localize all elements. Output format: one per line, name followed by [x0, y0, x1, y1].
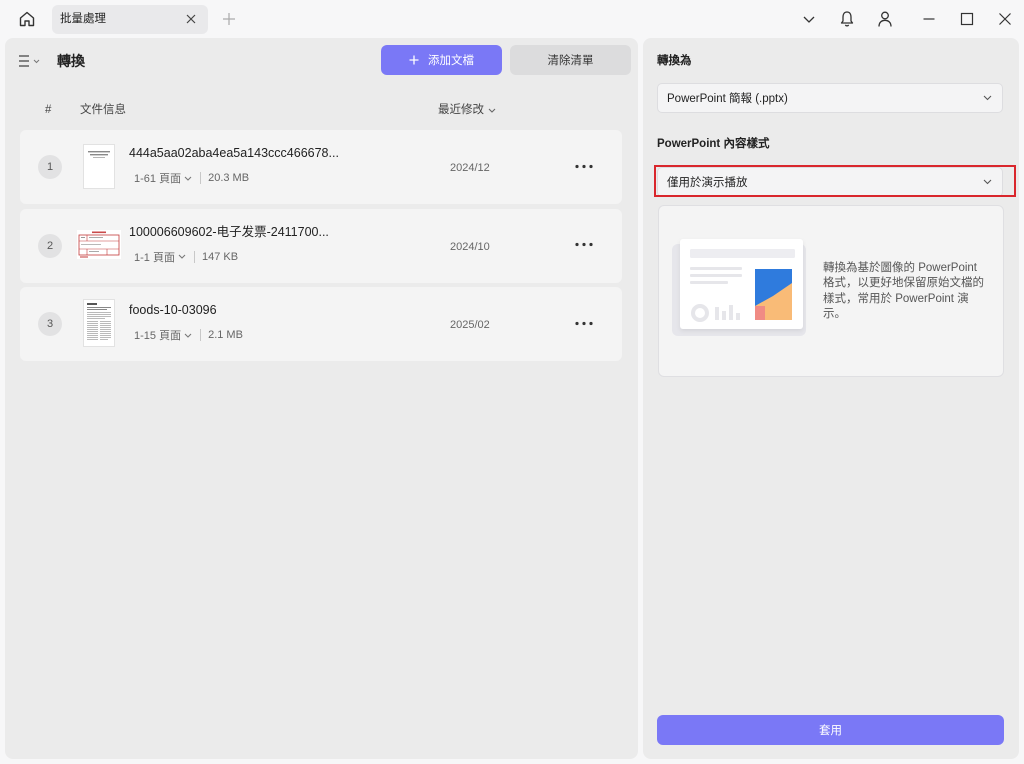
- document-thumbnail: [83, 299, 115, 347]
- title-bar: 批量處理: [0, 0, 1024, 38]
- tab-batch-process[interactable]: 批量處理: [52, 5, 208, 34]
- file-list: 1 444a5aa02aba4ea5a143ccc466678... 1-61 …: [20, 130, 622, 361]
- file-modified-date: 2025/02: [450, 319, 490, 331]
- add-document-label: 添加文檔: [428, 55, 474, 67]
- apply-button[interactable]: 套用: [657, 715, 1004, 745]
- divider: [200, 172, 202, 184]
- file-list-panel: 轉換 添加文檔 清除清單 # 文件信息 最近修改 1 444a5aa02aba4…: [5, 38, 638, 759]
- style-description: 轉換為基於圖像的 PowerPoint 格式，以更好地保留原始文檔的樣式，常用於…: [823, 262, 984, 320]
- format-select[interactable]: PowerPoint 簡報 (.pptx): [657, 83, 1003, 113]
- page-range-label: 1-1 頁面: [134, 251, 175, 264]
- format-select-value: PowerPoint 簡報 (.pptx): [667, 93, 788, 105]
- dropdown-button[interactable]: [796, 6, 822, 32]
- more-options-button[interactable]: [573, 159, 595, 173]
- home-button[interactable]: [14, 6, 40, 32]
- clear-list-button[interactable]: 清除清單: [510, 45, 631, 75]
- more-icon: [575, 321, 593, 325]
- file-row[interactable]: 3 foods-10-03096 1-15 頁面 2.1 MB 2025/02: [20, 287, 622, 361]
- file-meta: 1-61 頁面 20.3 MB: [134, 171, 249, 185]
- file-index-badge: 3: [38, 312, 62, 336]
- file-size: 20.3 MB: [208, 172, 250, 184]
- chevron-down-icon: [983, 95, 992, 101]
- more-options-button[interactable]: [573, 238, 595, 252]
- chevron-down-icon: [488, 108, 496, 113]
- page-range-dropdown[interactable]: 1-61 頁面: [134, 170, 192, 186]
- content-style-label: PowerPoint 內容樣式: [657, 138, 770, 150]
- page-range-dropdown[interactable]: 1-1 頁面: [134, 249, 186, 265]
- tab-close-button[interactable]: [181, 9, 201, 29]
- content-style-value: 僅用於演示播放: [667, 177, 748, 189]
- more-icon: [575, 242, 593, 247]
- file-name: foods-10-03096: [129, 303, 217, 317]
- divider: [193, 250, 195, 263]
- content-style-select[interactable]: 僅用於演示播放: [657, 167, 1003, 197]
- plus-icon: [409, 55, 419, 65]
- file-meta: 1-15 頁面 2.1 MB: [134, 328, 243, 342]
- maximize-icon: [960, 12, 974, 26]
- file-row[interactable]: 1 444a5aa02aba4ea5a143ccc466678... 1-61 …: [20, 130, 622, 204]
- more-options-button[interactable]: [573, 316, 595, 330]
- page-range-label: 1-15 頁面: [134, 330, 182, 342]
- file-row[interactable]: 2 100006609602-电子发票-2411700... 1-1 頁面 14…: [20, 208, 622, 283]
- new-tab-button[interactable]: [216, 6, 242, 32]
- document-thumbnail: [83, 144, 115, 189]
- file-size: 2.1 MB: [208, 329, 243, 341]
- file-modified-date: 2024/12: [450, 162, 490, 174]
- chevron-down-icon: [803, 16, 815, 23]
- account-button[interactable]: [872, 6, 898, 32]
- page-title: 轉換: [57, 53, 85, 69]
- chevron-down-icon: [178, 254, 186, 259]
- minimize-button[interactable]: [916, 6, 942, 32]
- column-modified-label: 最近修改: [438, 104, 484, 116]
- style-preview-card: 轉換為基於圖像的 PowerPoint 格式，以更好地保留原始文檔的樣式，常用於…: [658, 205, 1004, 377]
- menu-button[interactable]: [19, 55, 43, 67]
- page-range-dropdown[interactable]: 1-15 頁面: [134, 327, 192, 343]
- tab-label: 批量處理: [60, 13, 106, 25]
- bell-icon: [840, 11, 854, 27]
- chevron-down-icon: [184, 176, 192, 181]
- menu-icon: [19, 55, 40, 67]
- divider: [200, 329, 202, 341]
- file-index-badge: 2: [38, 233, 62, 258]
- file-size: 147 KB: [201, 250, 239, 263]
- close-icon: [186, 14, 196, 24]
- file-meta: 1-1 頁面 147 KB: [134, 250, 238, 264]
- close-window-button[interactable]: [992, 6, 1018, 32]
- close-icon: [999, 13, 1011, 25]
- presentation-illustration: [672, 239, 806, 336]
- sort-by-modified[interactable]: 最近修改: [438, 102, 496, 118]
- convert-to-label: 轉換為: [657, 55, 692, 67]
- conversion-settings-panel: 轉換為 PowerPoint 簡報 (.pptx) PowerPoint 內容樣…: [643, 38, 1019, 759]
- file-modified-date: 2024/10: [450, 240, 490, 253]
- chevron-down-icon: [184, 333, 192, 338]
- user-icon: [878, 11, 892, 27]
- file-index-badge: 1: [38, 155, 62, 179]
- column-header-row: # 文件信息 最近修改: [5, 102, 638, 118]
- column-file-info: 文件信息: [80, 104, 126, 116]
- more-icon: [575, 164, 593, 168]
- maximize-button[interactable]: [954, 6, 980, 32]
- plus-icon: [223, 13, 235, 25]
- file-name: 444a5aa02aba4ea5a143ccc466678...: [129, 146, 339, 160]
- file-name: 100006609602-电子发票-2411700...: [129, 224, 329, 239]
- page-range-label: 1-61 頁面: [134, 173, 182, 185]
- notifications-button[interactable]: [834, 6, 860, 32]
- home-icon: [19, 11, 35, 27]
- add-document-button[interactable]: 添加文檔: [381, 45, 502, 75]
- chevron-down-icon: [983, 179, 992, 185]
- document-thumbnail: [77, 229, 121, 259]
- column-index: #: [45, 104, 52, 116]
- minimize-icon: [923, 18, 935, 20]
